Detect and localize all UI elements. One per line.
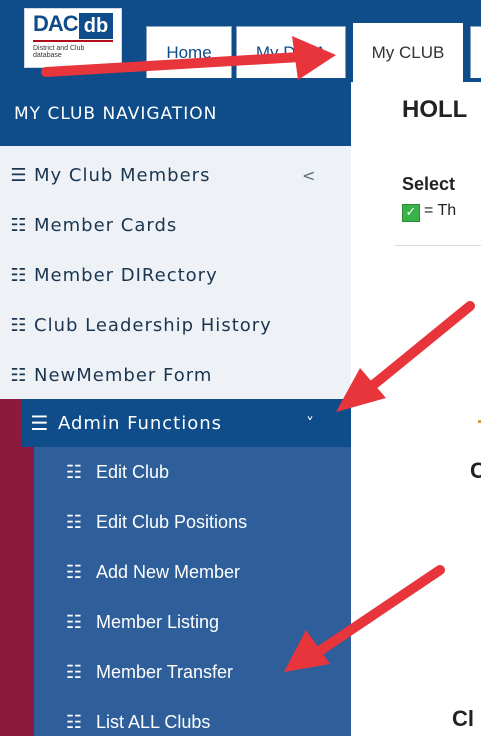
list-icon: ☷ <box>65 461 83 482</box>
checkmark-icon: ✓ <box>402 204 420 222</box>
logo-db-text: db <box>79 13 113 39</box>
sidebar-item-label: Member Cards <box>34 214 178 236</box>
list-icon: ☷ <box>65 611 83 632</box>
tab-my-club-label: My CLUB <box>371 42 445 62</box>
tab-my-club[interactable]: My CLUB <box>352 22 464 82</box>
legend-text: = Th <box>424 202 457 219</box>
admin-functions-toggle[interactable]: ☰ Admin Functions ˅ <box>22 399 351 447</box>
list-icon: ☷ <box>65 511 83 532</box>
nav-header-label: MY CLUB NAVIGATION <box>14 104 218 124</box>
admin-item-label: Member Transfer <box>96 661 234 682</box>
tab-overflow[interactable] <box>470 26 481 78</box>
list-icon: ☷ <box>65 711 83 732</box>
admin-item-label: Add New Member <box>96 561 241 582</box>
content-heading-fragment-2: Cl <box>452 706 474 731</box>
list-icon: ☷ <box>65 661 83 682</box>
menu-list-icon: ☰ <box>10 164 28 186</box>
dacdb-logo[interactable]: DAC db District and Club database <box>24 8 122 68</box>
list-icon: ☷ <box>10 314 28 336</box>
admin-item-label: Edit Club Positions <box>96 511 248 532</box>
logo-divider <box>33 40 113 42</box>
top-bar: DAC db District and Club database Home M… <box>0 0 481 82</box>
club-navigation-sidebar: MY CLUB NAVIGATION ☰ My Club Members < ☷… <box>0 82 351 736</box>
admin-item-member-listing[interactable]: ☷ Member Listing <box>34 597 351 647</box>
arrow-to-admin-functions <box>367 301 475 391</box>
logo-subtitle: District and Club database <box>33 45 85 59</box>
list-icon: ☷ <box>65 561 83 582</box>
admin-item-label: List ALL Clubs <box>96 711 211 732</box>
divider <box>395 245 481 246</box>
sidebar-item-label: NewMember Form <box>34 364 213 386</box>
sidebar-item-member-cards[interactable]: ☷ Member Cards <box>0 200 351 250</box>
admin-functions-list: ☷ Edit Club ☷ Edit Club Positions ☷ Add … <box>34 447 351 736</box>
list-icon: ☷ <box>10 214 28 236</box>
tab-my-data-label: My DATA <box>255 42 327 62</box>
sidebar-item-newmember-form[interactable]: ☷ NewMember Form <box>0 350 351 400</box>
tab-home[interactable]: Home <box>146 26 232 78</box>
admin-item-edit-club-positions[interactable]: ☷ Edit Club Positions <box>34 497 351 547</box>
admin-item-list-all-clubs[interactable]: ☷ List ALL Clubs <box>34 697 351 747</box>
menu-icon: ☰ <box>30 411 50 435</box>
admin-functions-section: ☰ Admin Functions ˅ ☷ Edit Club ☷ Edit C… <box>0 399 351 736</box>
list-icon: ☷ <box>10 364 28 386</box>
sidebar-item-my-club-members[interactable]: ☰ My Club Members < <box>0 150 351 200</box>
admin-item-add-new-member[interactable]: ☷ Add New Member <box>34 547 351 597</box>
chevron-left-icon: < <box>302 165 317 185</box>
admin-functions-label: Admin Functions <box>58 412 223 434</box>
admin-item-label: Member Listing <box>96 611 220 632</box>
sidebar-item-label: Club Leadership History <box>34 314 272 336</box>
sidebar-item-member-directory[interactable]: ☷ Member DIRectory <box>0 250 351 300</box>
admin-item-edit-club[interactable]: ☷ Edit Club <box>34 447 351 497</box>
chevron-down-icon: ˅ <box>306 413 315 433</box>
logo-dac-text: DAC <box>33 11 79 36</box>
sidebar-item-label: Member DIRectory <box>34 264 218 286</box>
admin-item-member-transfer[interactable]: ☷ Member Transfer <box>34 647 351 697</box>
list-icon: ☷ <box>10 264 28 286</box>
tab-home-label: Home <box>166 42 212 62</box>
admin-item-label: Edit Club <box>96 461 170 482</box>
sidebar-item-label: My Club Members <box>34 164 211 186</box>
content-heading-fragment: C <box>470 458 481 483</box>
sidebar-item-club-leadership-history[interactable]: ☷ Club Leadership History <box>0 300 351 350</box>
page-title: HOLL <box>402 96 468 123</box>
tab-my-data[interactable]: My DATA <box>236 26 346 78</box>
select-instruction: Select <box>402 174 456 194</box>
nav-header: MY CLUB NAVIGATION <box>0 82 351 146</box>
